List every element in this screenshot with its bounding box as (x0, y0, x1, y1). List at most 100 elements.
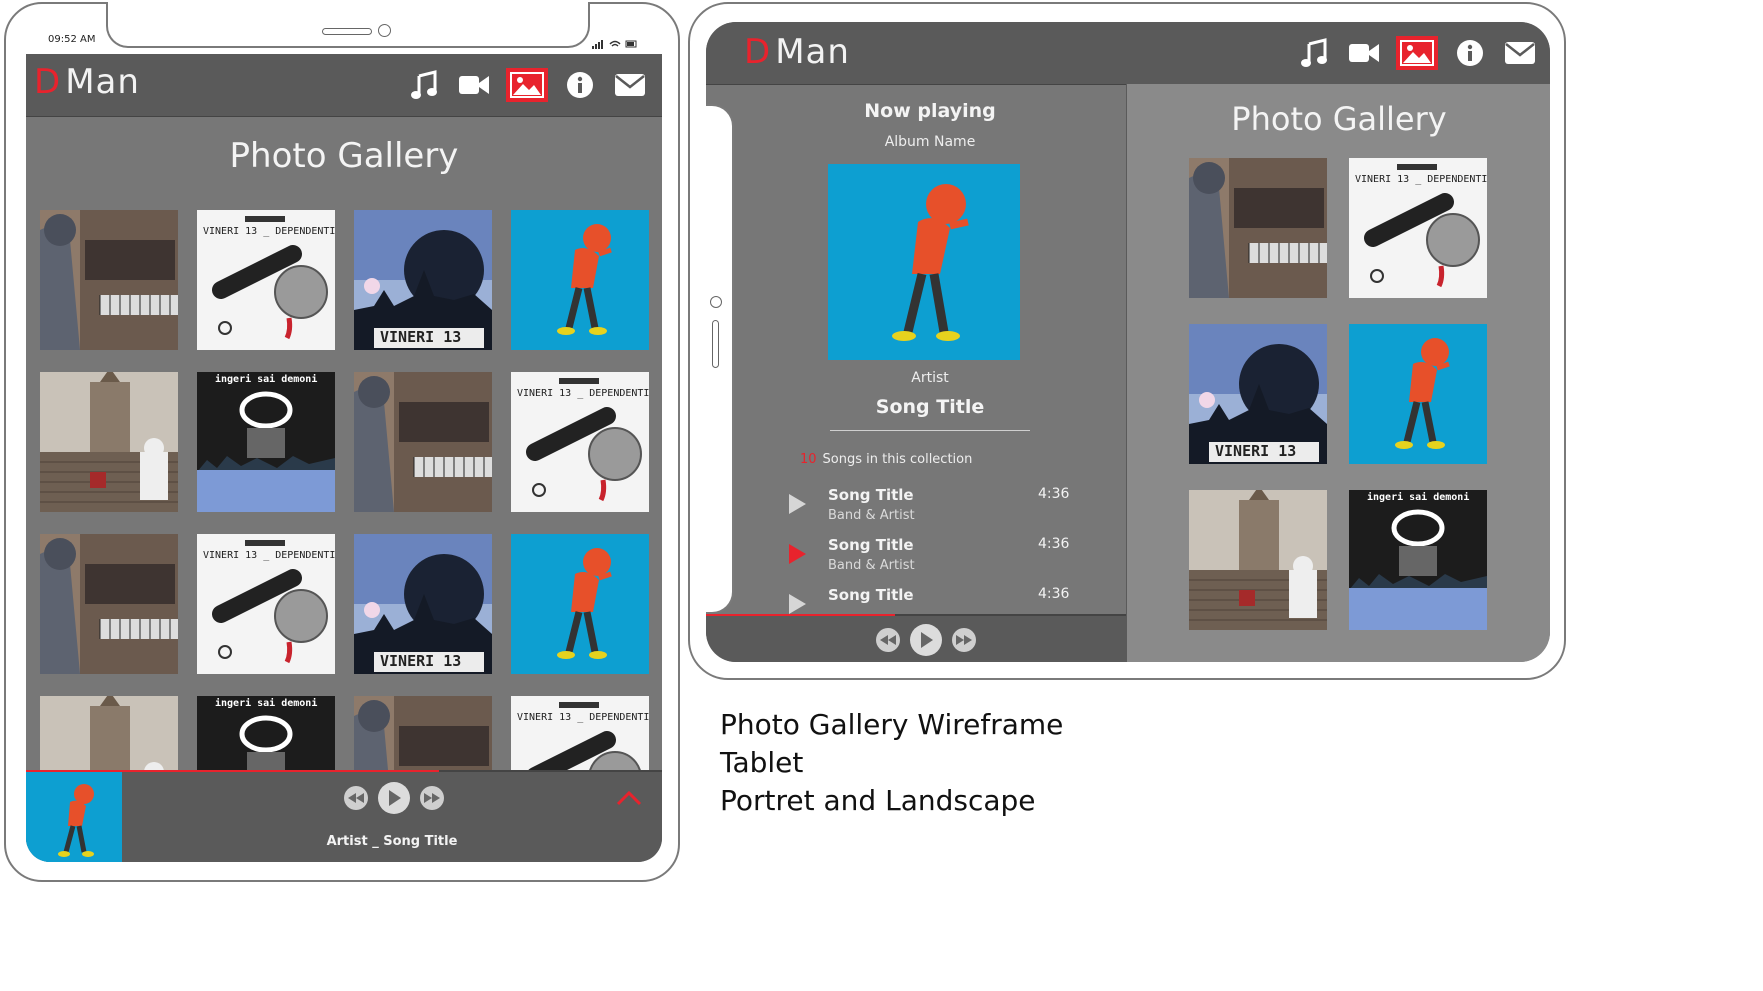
landscape-appbar: D Man (706, 22, 1550, 85)
photo-caption: VINERI 13 (380, 652, 462, 670)
mini-player-cover[interactable] (26, 772, 122, 862)
gallery-photo[interactable]: ingeri sai demoni (1349, 490, 1487, 630)
play-song-icon[interactable] (788, 594, 806, 614)
rewind-button[interactable] (876, 628, 900, 652)
gallery-photo[interactable]: VINERI 13 _ DEPENDENTI (197, 534, 335, 674)
logo-text: Man (65, 62, 140, 102)
portrait-screen: D Man Photo Gallery VINERI 13 _ DEPENDEN… (26, 54, 662, 862)
song-title-label: Song Title (875, 396, 985, 418)
music-icon[interactable] (1296, 37, 1332, 69)
photo-art (40, 372, 178, 512)
song-row[interactable]: Song Title Band & Artist 4:36 (784, 484, 1084, 534)
photo-caption: ingeri sai demoni (1367, 492, 1470, 503)
logo-letter-d: D (744, 32, 772, 72)
gallery-photo[interactable]: VINERI 13 _ DEPENDENTI (511, 372, 649, 512)
status-icons (590, 35, 640, 49)
walker-cover-art (828, 164, 1020, 360)
now-playing-heading: Now playing (864, 100, 996, 122)
gallery-photo[interactable]: VINERI 13 _ DEPENDENTI (197, 210, 335, 350)
songs-count-label: Songs in this collection (822, 452, 973, 467)
nav-icons (1296, 36, 1538, 70)
photo-icon[interactable] (506, 68, 548, 102)
mini-player-label: Artist _ Song Title (326, 834, 458, 849)
rewind-button[interactable] (344, 786, 368, 810)
fast-forward-button[interactable] (420, 786, 444, 810)
divider (830, 430, 1030, 431)
photo-art (511, 534, 649, 674)
caption-line-3: Portret and Landscape (720, 784, 1036, 817)
photo-art (511, 210, 649, 350)
speaker-slot (322, 28, 372, 35)
play-song-icon[interactable] (788, 494, 806, 518)
video-icon[interactable] (456, 69, 492, 101)
progress-track[interactable] (706, 614, 1126, 616)
mail-icon[interactable] (1502, 37, 1538, 69)
gallery-photo[interactable] (40, 534, 178, 674)
info-icon[interactable] (1452, 37, 1488, 69)
songs-count: 10 (800, 452, 817, 467)
walker-cover-art (26, 772, 122, 862)
photo-art (40, 534, 178, 674)
song-list: Song Title Band & Artist 4:36 Song Title Ban… (784, 484, 1084, 614)
gallery-photo[interactable] (40, 372, 178, 512)
photo-caption: VINERI 13 _ DEPENDENTI (1355, 174, 1487, 185)
photo-icon[interactable] (1396, 36, 1438, 70)
photo-caption: ingeri sai demoni (215, 374, 318, 385)
play-button[interactable] (910, 624, 942, 656)
fast-forward-button[interactable] (952, 628, 976, 652)
gallery-photo[interactable] (1189, 490, 1327, 630)
song-title: Song Title (828, 586, 914, 604)
caption-line-2: Tablet (720, 746, 804, 779)
gallery-photo[interactable]: VINERI 13 _ DEPENDENTI (1349, 158, 1487, 298)
photo-caption: VINERI 13 _ DEPENDENTI (203, 226, 335, 237)
play-button[interactable] (378, 782, 410, 814)
speaker-slot (712, 320, 719, 368)
gallery-photo[interactable]: ingeri sai demoni (197, 372, 335, 512)
player-controls (876, 624, 976, 656)
portrait-appbar: D Man (26, 54, 662, 117)
photo-caption: VINERI 13 (1215, 442, 1297, 460)
gallery-photo[interactable]: VINERI 13 (1189, 324, 1327, 464)
app-logo[interactable]: D Man (34, 62, 140, 102)
gallery-photo[interactable]: VINERI 13 (354, 534, 492, 674)
artist-label: Artist (911, 370, 949, 386)
caption-line-1: Photo Gallery Wireframe (720, 708, 1064, 741)
photo-caption: VINERI 13 _ DEPENDENTI (517, 712, 649, 723)
gallery-photo[interactable] (511, 534, 649, 674)
video-icon[interactable] (1346, 37, 1382, 69)
logo-letter-d: D (34, 62, 62, 102)
gallery-photo[interactable] (1349, 324, 1487, 464)
photo-caption: VINERI 13 _ DEPENDENTI (517, 388, 649, 399)
player-controls (344, 782, 444, 814)
photo-caption: VINERI 13 _ DEPENDENTI (203, 550, 335, 561)
landscape-screen: D Man Now playing Album Name Artist Song… (706, 22, 1550, 662)
music-icon[interactable] (406, 69, 442, 101)
expand-player-icon[interactable] (616, 790, 642, 810)
gallery-photo[interactable] (1189, 158, 1327, 298)
gallery-photo[interactable] (511, 210, 649, 350)
info-icon[interactable] (562, 69, 598, 101)
gallery-panel: Photo Gallery VINERI 13 _ DEPENDENTI VINE… (1126, 84, 1550, 662)
landscape-tablet: D Man Now playing Album Name Artist Song… (688, 2, 1566, 680)
photo-caption: VINERI 13 (380, 328, 462, 346)
play-song-icon[interactable] (788, 544, 806, 568)
camera-dot (378, 24, 391, 37)
mail-icon[interactable] (612, 69, 648, 101)
gallery-photo[interactable] (40, 210, 178, 350)
song-band: Band & Artist (828, 558, 915, 573)
song-duration: 4:36 (1038, 586, 1070, 602)
photo-grid: VINERI 13 _ DEPENDENTI VINERI 13 ingeri sa… (1189, 158, 1489, 630)
now-playing-panel: Now playing Album Name Artist Song Title… (734, 84, 1126, 614)
song-band: Band & Artist (828, 508, 915, 523)
progress-fill (706, 614, 895, 616)
song-title: Song Title (828, 486, 914, 504)
app-logo[interactable]: D Man (744, 32, 850, 72)
gallery-photo[interactable] (354, 372, 492, 512)
song-row[interactable]: Song Title Band & Artist 4:36 (784, 534, 1084, 584)
song-row[interactable]: Song Title 4:36 (784, 584, 1084, 614)
songs-count-line: 10 Songs in this collection (800, 452, 972, 467)
wireframe-caption: Photo Gallery Wireframe Tablet Portret a… (720, 706, 1063, 820)
gallery-photo[interactable]: VINERI 13 (354, 210, 492, 350)
mini-player: Artist _ Song Title (26, 770, 662, 862)
album-name: Album Name (884, 134, 976, 150)
